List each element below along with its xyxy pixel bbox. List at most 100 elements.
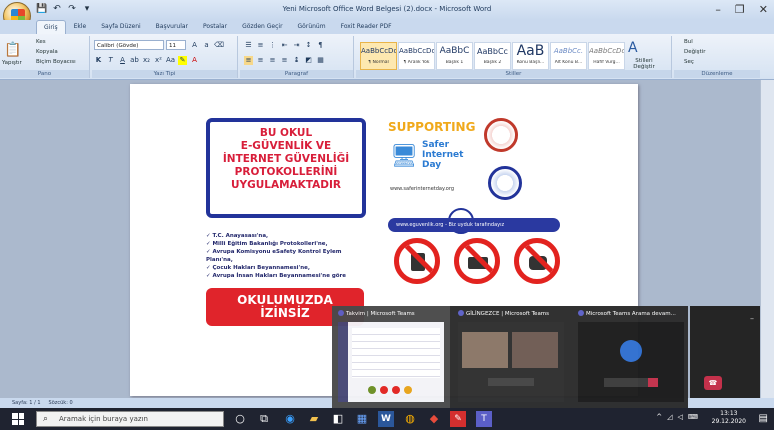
notification-icon[interactable]: ▤ xyxy=(759,413,768,424)
hang-up-icon[interactable]: ☎ xyxy=(704,376,722,390)
justify-icon[interactable]: ≡ xyxy=(280,56,289,65)
edge-icon[interactable]: ◉ xyxy=(282,411,298,427)
clipboard-label: Pano xyxy=(0,70,89,78)
close-button[interactable]: ✕ xyxy=(759,3,768,16)
sid-url: www.saferinternetday.org xyxy=(390,186,455,192)
borders-icon[interactable]: ▦ xyxy=(316,56,325,65)
eguvenlik-seal-icon xyxy=(488,166,522,200)
font-color-icon[interactable]: A xyxy=(190,56,199,65)
subscript-icon[interactable]: x₂ xyxy=(142,56,151,65)
keyboard-icon[interactable]: ⌨ xyxy=(688,413,698,421)
minimize-button[interactable]: – xyxy=(715,3,721,16)
align-left-icon[interactable]: ≡ xyxy=(244,56,253,65)
vertical-scrollbar[interactable] xyxy=(760,80,774,398)
bullets-icon[interactable]: ☰ xyxy=(244,41,253,50)
cut-button[interactable]: Kes xyxy=(36,39,46,45)
style-subtle-emphasis[interactable]: AaBbCcDc Hafif Vurg... xyxy=(588,42,625,70)
clock-time: 13:13 xyxy=(720,410,738,417)
bold-icon[interactable]: K xyxy=(94,56,103,65)
align-right-icon[interactable]: ≡ xyxy=(268,56,277,65)
calculator-icon[interactable]: ▦ xyxy=(354,411,370,427)
change-case-icon[interactable]: Aa xyxy=(166,56,175,65)
find-button[interactable]: Bul xyxy=(684,39,693,45)
thumb-teams-call[interactable]: Microsoft Teams Arama devam... xyxy=(572,306,690,408)
shrink-font-icon[interactable]: a xyxy=(202,41,211,50)
tab-home[interactable]: Giriş xyxy=(36,20,66,34)
style-no-spacing[interactable]: AaBbCcDc ¶ Aralık Yok xyxy=(398,42,435,70)
thumb-gilingezce[interactable]: GİLİNGEZCE | Microsoft Teams xyxy=(452,306,570,408)
clipboard-group: 📋 Yapıştır Kes Kopyala Biçim Boyacısı Pa… xyxy=(0,36,90,78)
style-heading-1[interactable]: AaBbC Başlık 1 xyxy=(436,42,473,70)
italic-icon[interactable]: T xyxy=(106,56,115,65)
network-icon[interactable]: ◿ xyxy=(667,413,672,421)
page-count[interactable]: Sayfa: 1 / 1 xyxy=(12,400,41,406)
thumb-preview xyxy=(578,322,684,402)
style-heading-2[interactable]: AaBbCc Başlık 2 xyxy=(474,42,511,70)
tab-mailings[interactable]: Postalar xyxy=(196,20,234,34)
tab-foxit[interactable]: Foxit Reader PDF xyxy=(334,20,399,34)
font-name-select[interactable]: Calibri (Gövde) xyxy=(94,40,164,50)
font-group: Calibri (Gövde) 11 Aa ⌫ K T A ab x₂ x² Aa… xyxy=(92,36,238,78)
strikethrough-icon[interactable]: ab xyxy=(130,56,139,65)
replace-button[interactable]: Değiştir xyxy=(684,49,705,55)
style-title[interactable]: AaB Konu Başlı... xyxy=(512,42,549,70)
word-count[interactable]: Sözcük: 0 xyxy=(49,400,73,406)
system-clock[interactable]: 13:13 29.12.2020 xyxy=(712,410,746,426)
style-normal[interactable]: AaBbCcDc ¶ Normal xyxy=(360,42,397,70)
app-icon[interactable]: ◆ xyxy=(426,411,442,427)
volume-icon[interactable]: ◁ xyxy=(678,413,683,421)
headline-line: İNTERNET GÜVENLİĞİ xyxy=(222,153,350,165)
taskbar-search[interactable]: ⌕ Aramak için buraya yazın xyxy=(36,411,224,427)
bullet-item: ✓ Çocuk Hakları Beyannamesi'ne, xyxy=(206,265,310,271)
highlight-icon[interactable]: ✎ xyxy=(178,56,187,65)
tab-page-layout[interactable]: Sayfa Düzeni xyxy=(94,20,147,34)
paste-icon[interactable]: 📋 xyxy=(4,42,21,58)
font-size-select[interactable]: 11 xyxy=(166,40,186,50)
window-title: Yeni Microsoft Office Word Belgesi (2).d… xyxy=(282,5,492,13)
decrease-indent-icon[interactable]: ⇤ xyxy=(280,41,289,50)
clear-format-icon[interactable]: ⌫ xyxy=(214,41,224,50)
tray-chevron-icon[interactable]: ^ xyxy=(656,413,662,421)
word-icon[interactable]: W xyxy=(378,411,394,427)
teams-taskbar-icon[interactable]: T xyxy=(476,411,492,427)
change-styles-button[interactable]: Stilleri Değiştir xyxy=(624,58,664,70)
paste-button[interactable]: Yapıştır xyxy=(2,60,22,66)
chrome-icon[interactable]: ◍ xyxy=(402,411,418,427)
tab-review[interactable]: Gözden Geçir xyxy=(235,20,289,34)
change-styles-icon[interactable]: A xyxy=(628,40,638,56)
start-button[interactable] xyxy=(12,413,24,425)
thumb-takvim[interactable]: Takvim | Microsoft Teams xyxy=(332,306,450,408)
maximize-button[interactable]: ❐ xyxy=(735,3,745,16)
close-panel-icon[interactable]: – xyxy=(750,314,754,323)
file-explorer-icon[interactable]: ▰ xyxy=(306,411,322,427)
sort-icon[interactable]: ↕ xyxy=(304,41,313,50)
show-marks-icon[interactable]: ¶ xyxy=(316,41,325,50)
cortana-icon[interactable]: ○ xyxy=(232,411,248,427)
shading-icon[interactable]: ◩ xyxy=(304,56,313,65)
format-painter-button[interactable]: Biçim Boyacısı xyxy=(36,59,76,65)
numbering-icon[interactable]: ≡ xyxy=(256,41,265,50)
superscript-icon[interactable]: x² xyxy=(154,56,163,65)
headline-line: PROTOKOLLERİNİ xyxy=(234,166,338,178)
tab-insert[interactable]: Ekle xyxy=(67,20,94,34)
style-subtitle[interactable]: AaBbCc. Alt Konu B... xyxy=(550,42,587,70)
no-camera-icon xyxy=(514,238,560,284)
increase-indent-icon[interactable]: ⇥ xyxy=(292,41,301,50)
align-center-icon[interactable]: ≡ xyxy=(256,56,265,65)
headline-line: E-GÜVENLİK VE xyxy=(240,140,332,152)
no-phone-icon xyxy=(394,238,440,284)
ribbon: 📋 Yapıştır Kes Kopyala Biçim Boyacısı Pa… xyxy=(0,34,774,80)
pdf-icon[interactable]: ✎ xyxy=(450,411,466,427)
tab-references[interactable]: Başvurular xyxy=(149,20,195,34)
underline-icon[interactable]: A xyxy=(118,56,127,65)
line-spacing-icon[interactable]: ↨ xyxy=(292,56,301,65)
select-button[interactable]: Seç xyxy=(684,59,694,65)
store-icon[interactable]: ◧ xyxy=(330,411,346,427)
task-view-icon[interactable]: ⧉ xyxy=(256,411,272,427)
tab-view[interactable]: Görünüm xyxy=(291,20,333,34)
grow-font-icon[interactable]: A xyxy=(190,41,199,50)
teams-call-panel: – ☎ xyxy=(690,306,760,398)
teams-icon xyxy=(578,310,584,316)
multilevel-icon[interactable]: ⋮ xyxy=(268,41,277,50)
copy-button[interactable]: Kopyala xyxy=(36,49,58,55)
